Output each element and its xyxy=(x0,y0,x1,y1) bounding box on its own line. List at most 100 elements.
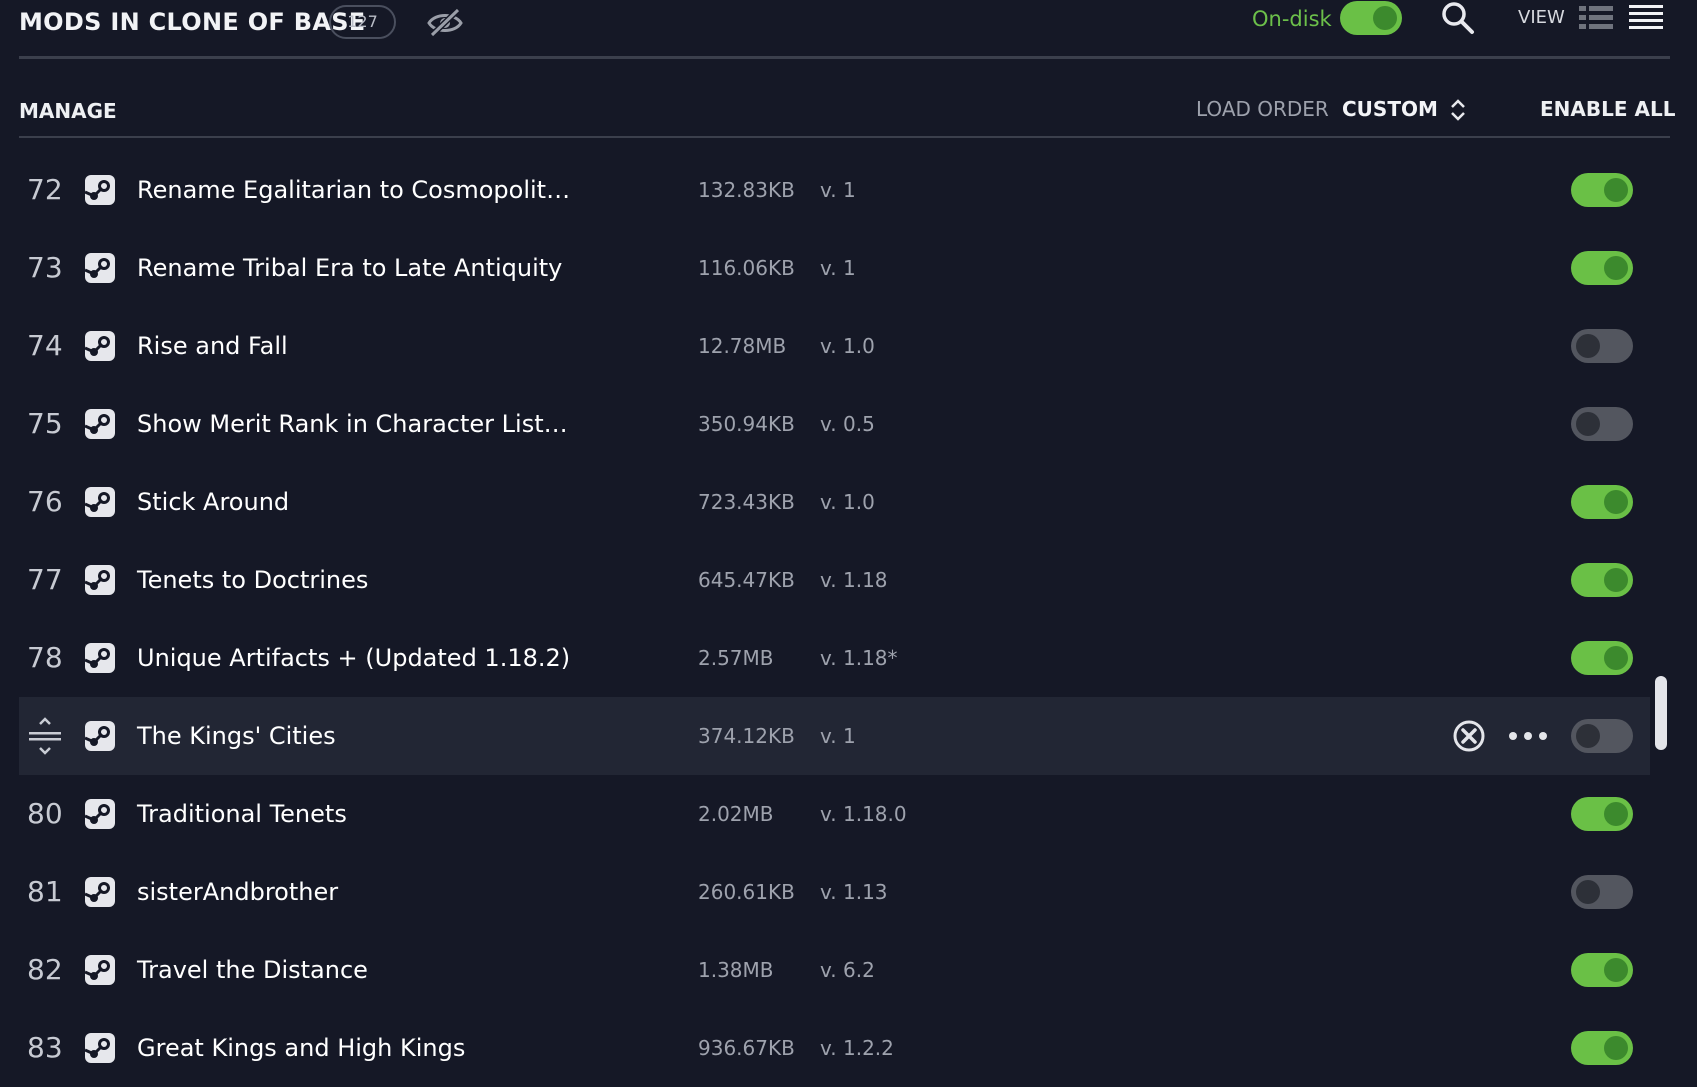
load-order-select[interactable]: CUSTOM xyxy=(1342,96,1438,122)
steam-icon xyxy=(85,409,115,439)
load-order-index: 82 xyxy=(27,953,63,986)
mod-row[interactable]: 80 Traditional Tenets 2.02MB v. 1.18.0 xyxy=(19,775,1650,853)
view-label: VIEW xyxy=(1518,7,1565,28)
steam-icon xyxy=(85,877,115,907)
mod-version: v. 1.18.0 xyxy=(820,802,907,826)
mod-enable-toggle[interactable] xyxy=(1571,251,1633,285)
mod-name: Tenets to Doctrines xyxy=(137,566,369,594)
mod-size: 645.47KB xyxy=(698,568,795,592)
mod-enable-toggle[interactable] xyxy=(1571,641,1633,675)
mod-row[interactable]: 81 sisterAndbrother 260.61KB v. 1.13 xyxy=(19,853,1650,931)
header-divider xyxy=(19,56,1670,59)
mod-row[interactable]: 72 Rename Egalitarian to Cosmopolit… 132… xyxy=(19,151,1650,229)
mod-row[interactable]: 78 Unique Artifacts + (Updated 1.18.2) 2… xyxy=(19,619,1650,697)
mod-size: 350.94KB xyxy=(698,412,795,436)
mod-version: v. 1 xyxy=(820,724,856,748)
mod-size: 2.57MB xyxy=(698,646,774,670)
mod-size: 116.06KB xyxy=(698,256,795,280)
mod-row[interactable]: 73 Rename Tribal Era to Late Antiquity 1… xyxy=(19,229,1650,307)
mod-row[interactable]: 82 Travel the Distance 1.38MB v. 6.2 xyxy=(19,931,1650,1009)
mod-enable-toggle[interactable] xyxy=(1571,173,1633,207)
mod-size: 374.12KB xyxy=(698,724,795,748)
steam-icon xyxy=(85,721,115,751)
mod-name: Rise and Fall xyxy=(137,332,288,360)
mod-size: 12.78MB xyxy=(698,334,787,358)
mod-enable-toggle[interactable] xyxy=(1571,407,1633,441)
steam-icon xyxy=(85,331,115,361)
view-compact-list-icon[interactable] xyxy=(1628,3,1664,33)
mod-name: Great Kings and High Kings xyxy=(137,1034,466,1062)
ondisk-label: On-disk xyxy=(1252,7,1332,31)
drag-handle-icon[interactable] xyxy=(27,717,63,755)
load-order-index: 77 xyxy=(27,563,63,596)
mod-enable-toggle[interactable] xyxy=(1571,485,1633,519)
mod-name: The Kings' Cities xyxy=(137,722,336,750)
steam-icon xyxy=(85,643,115,673)
mod-enable-toggle[interactable] xyxy=(1571,953,1633,987)
manage-label: MANAGE xyxy=(19,99,117,123)
remove-circle-x-icon[interactable] xyxy=(1452,719,1486,753)
mod-size: 936.67KB xyxy=(698,1036,795,1060)
mod-name: Traditional Tenets xyxy=(137,800,347,828)
mod-row[interactable]: The Kings' Cities 374.12KB v. 1 xyxy=(19,697,1650,775)
mod-name: Rename Egalitarian to Cosmopolit… xyxy=(137,176,571,204)
mod-enable-toggle[interactable] xyxy=(1571,875,1633,909)
mod-enable-toggle[interactable] xyxy=(1571,329,1633,363)
mod-version: v. 1.0 xyxy=(820,490,875,514)
mod-name: Stick Around xyxy=(137,488,290,516)
steam-icon xyxy=(85,955,115,985)
mod-name: Show Merit Rank in Character List… xyxy=(137,410,568,438)
view-detailed-list-icon[interactable] xyxy=(1578,4,1614,32)
load-order-index: 75 xyxy=(27,407,63,440)
steam-icon xyxy=(85,487,115,517)
steam-icon xyxy=(85,565,115,595)
mod-row[interactable]: 75 Show Merit Rank in Character List… 35… xyxy=(19,385,1650,463)
mod-version: v. 0.5 xyxy=(820,412,875,436)
manage-divider xyxy=(19,136,1670,138)
mod-version: v. 1 xyxy=(820,178,856,202)
mod-name: sisterAndbrother xyxy=(137,878,339,906)
top-header: MODS IN CLONE OF BASE 127 On-disk VIEW xyxy=(0,0,1697,58)
mod-row[interactable]: 83 Great Kings and High Kings 936.67KB v… xyxy=(19,1009,1650,1087)
mod-row[interactable]: 76 Stick Around 723.43KB v. 1.0 xyxy=(19,463,1650,541)
steam-icon xyxy=(85,253,115,283)
chevron-up-down-icon[interactable] xyxy=(1448,96,1468,124)
mod-name: Rename Tribal Era to Late Antiquity xyxy=(137,254,563,282)
load-order-index: 81 xyxy=(27,875,63,908)
mod-version: v. 1.18 xyxy=(820,568,888,592)
load-order-index: 80 xyxy=(27,797,63,830)
mod-count-badge: 127 xyxy=(329,5,396,39)
mod-size: 260.61KB xyxy=(698,880,795,904)
load-order-index: 74 xyxy=(27,329,63,362)
manage-bar: MANAGE LOAD ORDER CUSTOM ENABLE ALL xyxy=(0,92,1697,132)
page-title: MODS IN CLONE OF BASE xyxy=(19,8,366,36)
mod-version: v. 1.2.2 xyxy=(820,1036,894,1060)
load-order-label: LOAD ORDER xyxy=(1196,97,1329,121)
mod-size: 723.43KB xyxy=(698,490,795,514)
steam-icon xyxy=(85,1033,115,1063)
mod-version: v. 1.18* xyxy=(820,646,898,670)
load-order-index: 72 xyxy=(27,173,63,206)
mod-row[interactable]: 77 Tenets to Doctrines 645.47KB v. 1.18 xyxy=(19,541,1650,619)
mod-version: v. 6.2 xyxy=(820,958,875,982)
mod-enable-toggle[interactable] xyxy=(1571,719,1633,753)
eye-slash-icon[interactable] xyxy=(426,6,464,38)
mod-version: v. 1.0 xyxy=(820,334,875,358)
steam-icon xyxy=(85,799,115,829)
mod-enable-toggle[interactable] xyxy=(1571,1031,1633,1065)
mod-version: v. 1 xyxy=(820,256,856,280)
load-order-index: 76 xyxy=(27,485,63,518)
mod-enable-toggle[interactable] xyxy=(1571,797,1633,831)
scrollbar-thumb[interactable] xyxy=(1655,676,1667,750)
mod-size: 132.83KB xyxy=(698,178,795,202)
more-options-icon[interactable] xyxy=(1507,725,1549,747)
load-order-index: 73 xyxy=(27,251,63,284)
steam-icon xyxy=(85,175,115,205)
mod-size: 2.02MB xyxy=(698,802,774,826)
mod-enable-toggle[interactable] xyxy=(1571,563,1633,597)
search-icon[interactable] xyxy=(1440,0,1476,36)
mod-size: 1.38MB xyxy=(698,958,774,982)
mod-row[interactable]: 74 Rise and Fall 12.78MB v. 1.0 xyxy=(19,307,1650,385)
enable-all-button[interactable]: ENABLE ALL xyxy=(1540,96,1675,122)
ondisk-toggle[interactable] xyxy=(1340,1,1402,35)
